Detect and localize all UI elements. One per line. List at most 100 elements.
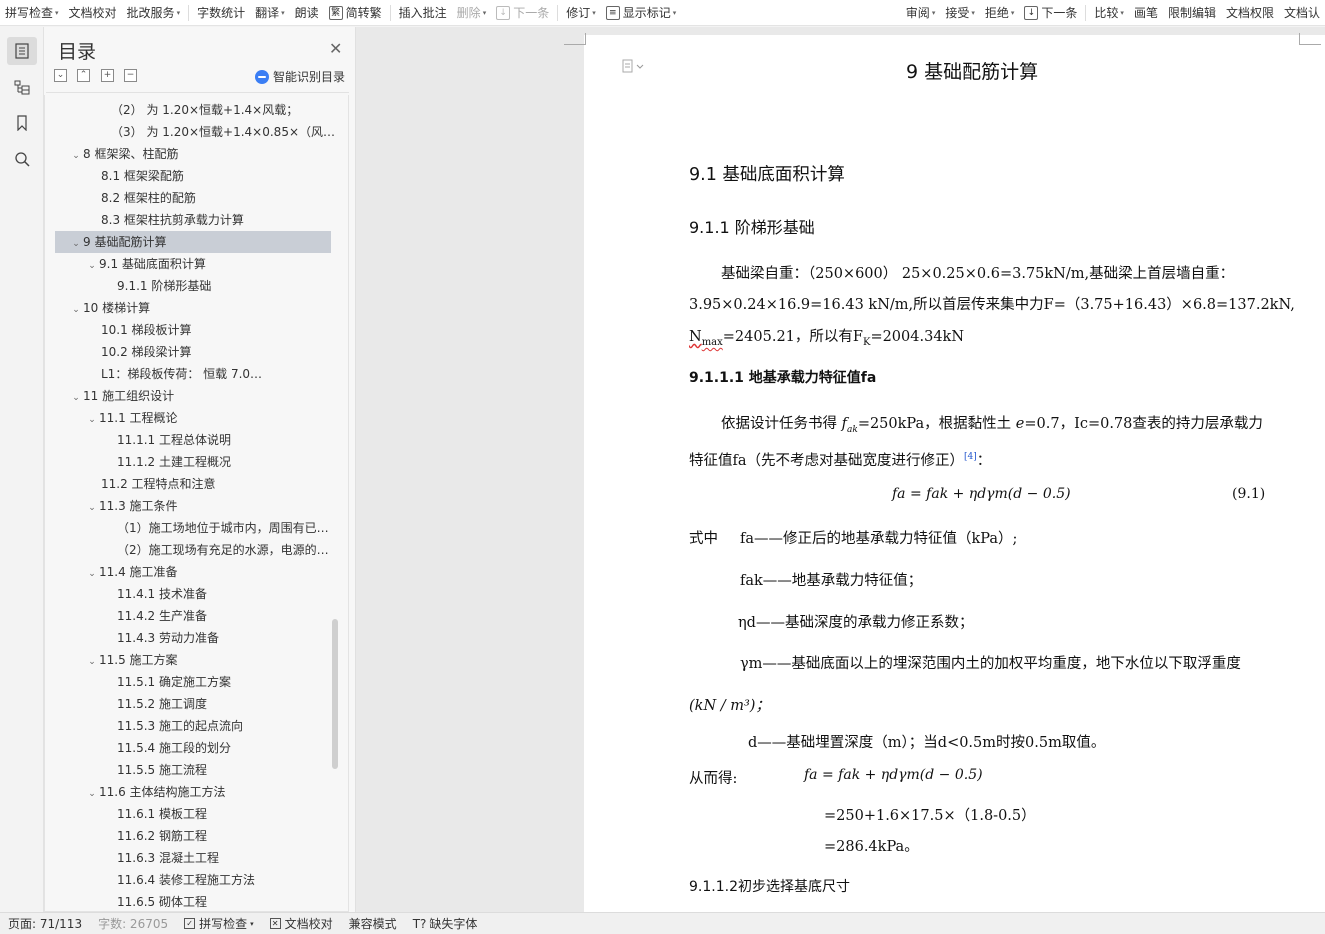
document-canvas[interactable]: 9 基础配筋计算 9.1 基础底面积计算 9.1.1 阶梯形基础 基础梁自重：（… [356,27,1325,912]
toolbar-button[interactable]: 拼写检查 ▾ [0,2,64,24]
toc-item[interactable]: 11.5.4 施工段的划分 [45,737,340,759]
chevron-down-icon[interactable]: ⌄ [69,387,83,407]
toc-item[interactable]: （2）施工现场有充足的水源，电源的… [45,539,340,561]
toolbar-separator [1085,4,1087,21]
spell-check-status[interactable]: ✓ 拼写检查 ▾ [176,915,262,932]
text-run: 特征值fa（先不考虑对基础宽度进行修正） [689,453,965,469]
toc-item[interactable]: ⌄ 8 框架梁、柱配筋 [45,143,340,165]
toc-item[interactable]: ⌄ 11.4 施工准备 [45,561,340,583]
toc-item[interactable]: 10.2 梯段梁计算 [45,341,340,363]
chevron-down-icon[interactable]: ⌄ [85,563,99,583]
toolbar-button[interactable]: 朗读 [290,2,324,24]
toolbar-button[interactable]: 拒绝 ▾ [980,2,1020,24]
toc-item[interactable]: ⌄ 9.1 基础底面积计算 [45,253,340,275]
smart-toc-button[interactable]: 智能识别目录 [255,68,345,85]
toolbar-button[interactable]: 批改服务 ▾ [122,2,186,24]
toolbar-button[interactable]: 插入批注 [394,2,452,24]
toolbar-button[interactable]: 修订 ▾ [561,2,601,24]
toc-item[interactable]: 8.3 框架柱抗剪承载力计算 [45,209,340,231]
chevron-down-icon: ▾ [250,919,254,928]
toc-item[interactable]: 11.1.1 工程总体说明 [45,429,340,451]
toolbar-button[interactable]: ↓ 下一条 [1019,2,1082,24]
toolbar-button[interactable]: 繁简转繁 [324,2,387,24]
toc-panel-icon[interactable] [7,37,37,65]
search-icon[interactable] [7,145,37,173]
bookmark-icon[interactable] [7,109,37,137]
toc-item[interactable]: 11.4.2 生产准备 [45,605,340,627]
chevron-down-icon[interactable]: ⌄ [69,233,83,253]
chevron-down-icon[interactable]: ⌄ [85,255,99,275]
collapse-all-icon[interactable]: ⌄ [54,69,67,82]
toc-item[interactable]: 8.2 框架柱的配筋 [45,187,340,209]
paragraph-line: Nmax=2405.21，所以有FK=2004.34kN [689,325,964,348]
toc-item[interactable]: 11.5.3 施工的起点流向 [45,715,340,737]
close-icon[interactable]: ✕ [329,39,342,58]
toolbar-button[interactable]: 接受 ▾ [940,2,980,24]
toolbar-button[interactable]: 字数统计 [192,2,250,24]
toolbar-button-label: 插入批注 [398,6,447,20]
word-count[interactable]: 字数: 26705 [90,915,176,932]
missing-font-status[interactable]: T? 缺失字体 [405,915,486,932]
toc-item[interactable]: ⌄ 9 基础配筋计算 [55,231,331,253]
toc-item[interactable]: 11.4.3 劳动力准备 [45,627,340,649]
toolbar-button-label: 下一条 [1041,6,1078,20]
toc-item[interactable]: 9.1.1 阶梯形基础 [45,275,340,297]
toc-item[interactable]: 11.6.5 砌体工程 [45,891,340,911]
proofread-status[interactable]: ✕ 文档校对 [262,915,341,932]
toc-item[interactable]: 11.5.1 确定施工方案 [45,671,340,693]
outline-panel-icon[interactable] [7,73,37,101]
toolbar-button-label: 批改服务 [126,6,175,20]
toc-item[interactable]: 11.6.1 模板工程 [45,803,340,825]
toolbar-button[interactable]: ↓ 下一条 [491,2,554,24]
toc-item[interactable]: （2） 为 1.20×恒载+1.4×风载； [45,99,340,121]
toolbar-button[interactable]: 翻译 ▾ [250,2,290,24]
toc-item[interactable]: ⌄ 10 楼梯计算 [45,297,340,319]
toolbar-button[interactable]: 文档权限 [1221,2,1279,24]
chevron-down-icon[interactable]: ⌄ [85,651,99,671]
page-doc-icon[interactable] [622,59,644,76]
toolbar-button[interactable]: 删除 ▾ [452,2,492,24]
toolbar-button[interactable]: 画笔 [1129,2,1163,24]
remove-heading-icon[interactable]: − [124,69,137,82]
page-counter[interactable]: 页面: 71/113 [0,915,90,932]
chevron-down-icon[interactable]: ⌄ [69,145,83,165]
compat-mode[interactable]: 兼容模式 [341,915,405,932]
citation-link[interactable]: [4] [964,452,977,462]
toc-item[interactable]: 11.2 工程特点和注意 [45,473,340,495]
toc-item[interactable]: 8.1 框架梁配筋 [45,165,340,187]
toolbar-button[interactable]: 审阅 ▾ [901,2,941,24]
toc-item[interactable]: 11.6.2 钢筋工程 [45,825,340,847]
toolbar-button[interactable]: 文档校对 [64,2,122,24]
document-page[interactable]: 9 基础配筋计算 9.1 基础底面积计算 9.1.1 阶梯形基础 基础梁自重：（… [564,33,1325,912]
toc-item-label: L1：梯段板传荷： 恒载 7.0… [101,367,263,381]
toolbar-button[interactable]: 比较 ▾ [1089,2,1129,24]
toc-item[interactable]: 11.6.3 混凝土工程 [45,847,340,869]
chevron-down-icon[interactable]: ⌄ [85,783,99,803]
toc-item[interactable]: L1：梯段板传荷： 恒载 7.0… [45,363,340,385]
toc-item[interactable]: ⌄ 11.1 工程概论 [45,407,340,429]
add-heading-icon[interactable]: + [101,69,114,82]
toolbar-separator [389,4,391,21]
toc-item[interactable]: （1）施工场地位于城市内，周围有已… [45,517,340,539]
toc-item[interactable]: （3） 为 1.20×恒载+1.4×0.85×（风… [45,121,340,143]
expand-all-icon[interactable]: ⌃ [77,69,90,82]
toc-item[interactable]: 11.6.4 装修工程施工方法 [45,869,340,891]
toc-item[interactable]: 11.1.2 土建工程概况 [45,451,340,473]
toc-item[interactable]: ⌄ 11.3 施工条件 [45,495,340,517]
toc-item[interactable]: 11.5.2 施工调度 [45,693,340,715]
toolbar-button[interactable]: ≡ 显示标记 ▾ [601,2,682,24]
chevron-down-icon[interactable]: ⌄ [69,299,83,319]
toolbar-button[interactable]: 文档认 [1279,2,1325,24]
chevron-down-icon[interactable]: ⌄ [85,497,99,517]
toc-scrollbar[interactable] [332,619,338,769]
toc-item[interactable]: 11.5.5 施工流程 [45,759,340,781]
chevron-down-icon: ▾ [281,8,285,17]
chevron-down-icon[interactable]: ⌄ [85,409,99,429]
toc-item-label: 11.6.2 钢筋工程 [117,829,207,843]
toc-item[interactable]: ⌄ 11.5 施工方案 [45,649,340,671]
toolbar-button[interactable]: 限制编辑 [1163,2,1221,24]
toc-item[interactable]: 11.4.1 技术准备 [45,583,340,605]
toc-item[interactable]: ⌄ 11 施工组织设计 [45,385,340,407]
toc-item[interactable]: ⌄ 11.6 主体结构施工方法 [45,781,340,803]
toc-item[interactable]: 10.1 梯段板计算 [45,319,340,341]
